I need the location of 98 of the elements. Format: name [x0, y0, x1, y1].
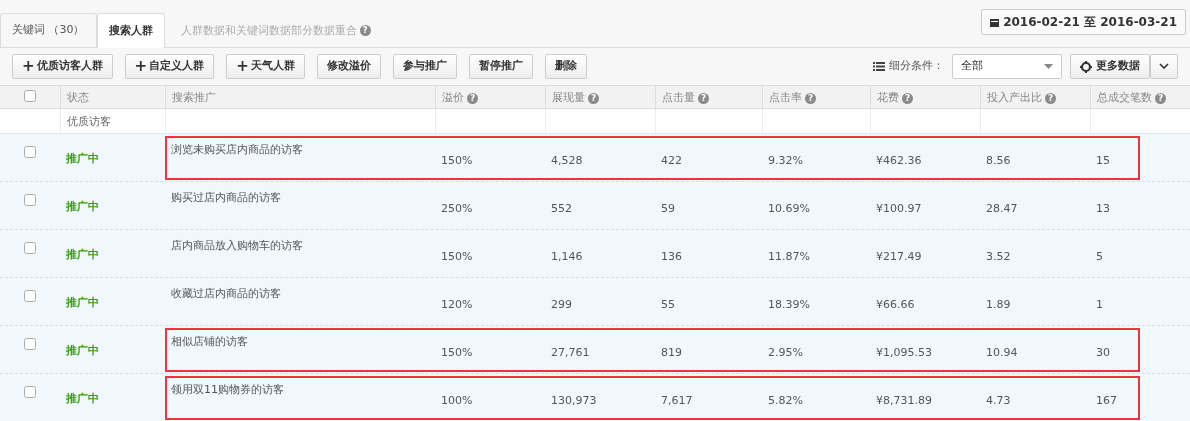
column-header: 总成交笔数 [1097, 90, 1152, 106]
table-cell: 领用双11购物券的访客 [171, 383, 284, 396]
table-cell: 552 [551, 202, 572, 215]
toolbar-button[interactable]: +自定义人群 [124, 54, 215, 79]
table-cell: 250% [441, 202, 473, 215]
table-cell: 5 [1096, 250, 1103, 263]
table-cell: ¥66.66 [876, 298, 915, 311]
table-cell: 收藏过店内商品的访客 [171, 287, 281, 300]
table-cell: 相似店铺的访客 [171, 335, 248, 348]
table-cell: 27,761 [551, 346, 590, 359]
table-cell: 819 [661, 346, 682, 359]
table-cell: 1,146 [551, 250, 583, 263]
table-cell: ¥462.36 [876, 154, 922, 167]
status-text: 推广中 [66, 296, 99, 309]
checkbox[interactable] [24, 338, 36, 350]
help-icon: ? [805, 92, 816, 104]
table-cell: 55 [661, 298, 675, 311]
toolbar-button[interactable]: +优质访客人群 [12, 54, 113, 79]
table-cell: 100% [441, 394, 473, 407]
dropdown-button[interactable] [1150, 54, 1178, 79]
table-cell: 店内商品放入购物车的访客 [171, 239, 303, 252]
table-cell: 9.32% [768, 154, 803, 167]
table-cell: 7,617 [661, 394, 693, 407]
tab[interactable]: 搜索人群 [96, 13, 165, 48]
column-header: 点击率 [769, 90, 802, 106]
status-text: 推广中 [66, 200, 99, 213]
table-cell: 10.69% [768, 202, 810, 215]
checkbox[interactable] [24, 386, 36, 398]
column-header: 投入产出比 [987, 90, 1042, 106]
toolbar-button[interactable]: 删除 [544, 54, 587, 79]
table-cell: 13 [1096, 202, 1110, 215]
help-icon: ? [902, 92, 913, 104]
table-cell: 30 [1096, 346, 1110, 359]
table-cell: 8.56 [986, 154, 1011, 167]
table-cell: 150% [441, 250, 473, 263]
checkbox[interactable] [24, 290, 36, 302]
checkbox[interactable] [24, 194, 36, 206]
table-cell: 136 [661, 250, 682, 263]
column-header: 搜索推广 [172, 90, 216, 106]
table-cell: 4.73 [986, 394, 1011, 407]
help-icon: ? [1155, 92, 1166, 104]
date-range-button[interactable]: 2016-02-21 至 2016-03-21 [981, 9, 1186, 35]
toolbar-button[interactable]: 修改溢价 [316, 54, 381, 79]
column-header: 溢价 [442, 90, 464, 106]
table-cell: ¥217.49 [876, 250, 922, 263]
table-cell: 5.82% [768, 394, 803, 407]
help-icon: ? [359, 25, 371, 37]
table-cell: 59 [661, 202, 675, 215]
table-cell: 167 [1096, 394, 1117, 407]
toolbar-button[interactable]: +天气人群 [226, 54, 305, 79]
table-cell: 浏览未购买店内商品的访客 [171, 143, 303, 156]
toolbar-button[interactable]: 暂停推广 [468, 54, 533, 79]
tab[interactable]: 关键词 （30） [0, 13, 97, 47]
checkbox[interactable] [24, 90, 36, 102]
help-icon: ? [1045, 92, 1056, 104]
help-icon: ? [698, 92, 709, 104]
chevron-down-icon [1159, 63, 1169, 70]
column-header: 状态 [67, 90, 89, 106]
table-cell: 3.52 [986, 250, 1011, 263]
list-icon [873, 62, 885, 71]
help-icon: ? [588, 92, 599, 104]
more-data-button[interactable]: 更多数据 [1070, 54, 1150, 79]
dropdown-arrow-icon [1044, 64, 1053, 69]
table-cell: ¥1,095.53 [876, 346, 932, 359]
table-cell: 15 [1096, 154, 1110, 167]
settings-icon [1080, 60, 1092, 73]
table-cell: 购买过店内商品的访客 [171, 191, 281, 204]
filter-label: 细分条件： [889, 58, 944, 75]
table-cell: 150% [441, 346, 473, 359]
table-cell: 28.47 [986, 202, 1018, 215]
table-cell: 150% [441, 154, 473, 167]
table-cell: 18.39% [768, 298, 810, 311]
status-text: 推广中 [66, 152, 99, 165]
toolbar-button[interactable]: 参与推广 [392, 54, 457, 79]
column-header: 展现量 [552, 90, 585, 106]
table-cell: 10.94 [986, 346, 1018, 359]
table-cell: 422 [661, 154, 682, 167]
column-header: 点击量 [662, 90, 695, 106]
table-cell: 1.89 [986, 298, 1011, 311]
table-cell: 120% [441, 298, 473, 311]
help-icon: ? [467, 92, 478, 104]
column-header: 花费 [877, 90, 899, 106]
table-cell: ¥8,731.89 [876, 394, 932, 407]
table-cell: 1 [1096, 298, 1103, 311]
status-text: 推广中 [66, 344, 99, 357]
calendar-icon [990, 17, 1000, 27]
table-cell: 4,528 [551, 154, 583, 167]
table-cell: 11.87% [768, 250, 810, 263]
table-cell: 130,973 [551, 394, 597, 407]
filter-select[interactable]: 全部 [952, 54, 1062, 79]
checkbox[interactable] [24, 146, 36, 158]
table-cell: 2.95% [768, 346, 803, 359]
table-cell: 299 [551, 298, 572, 311]
status-text: 推广中 [66, 248, 99, 261]
notice-text: 人群数据和关键词数据部分数据重合 [180, 22, 357, 39]
status-text: 推广中 [66, 392, 99, 405]
checkbox[interactable] [24, 242, 36, 254]
table-cell: ¥100.97 [876, 202, 922, 215]
